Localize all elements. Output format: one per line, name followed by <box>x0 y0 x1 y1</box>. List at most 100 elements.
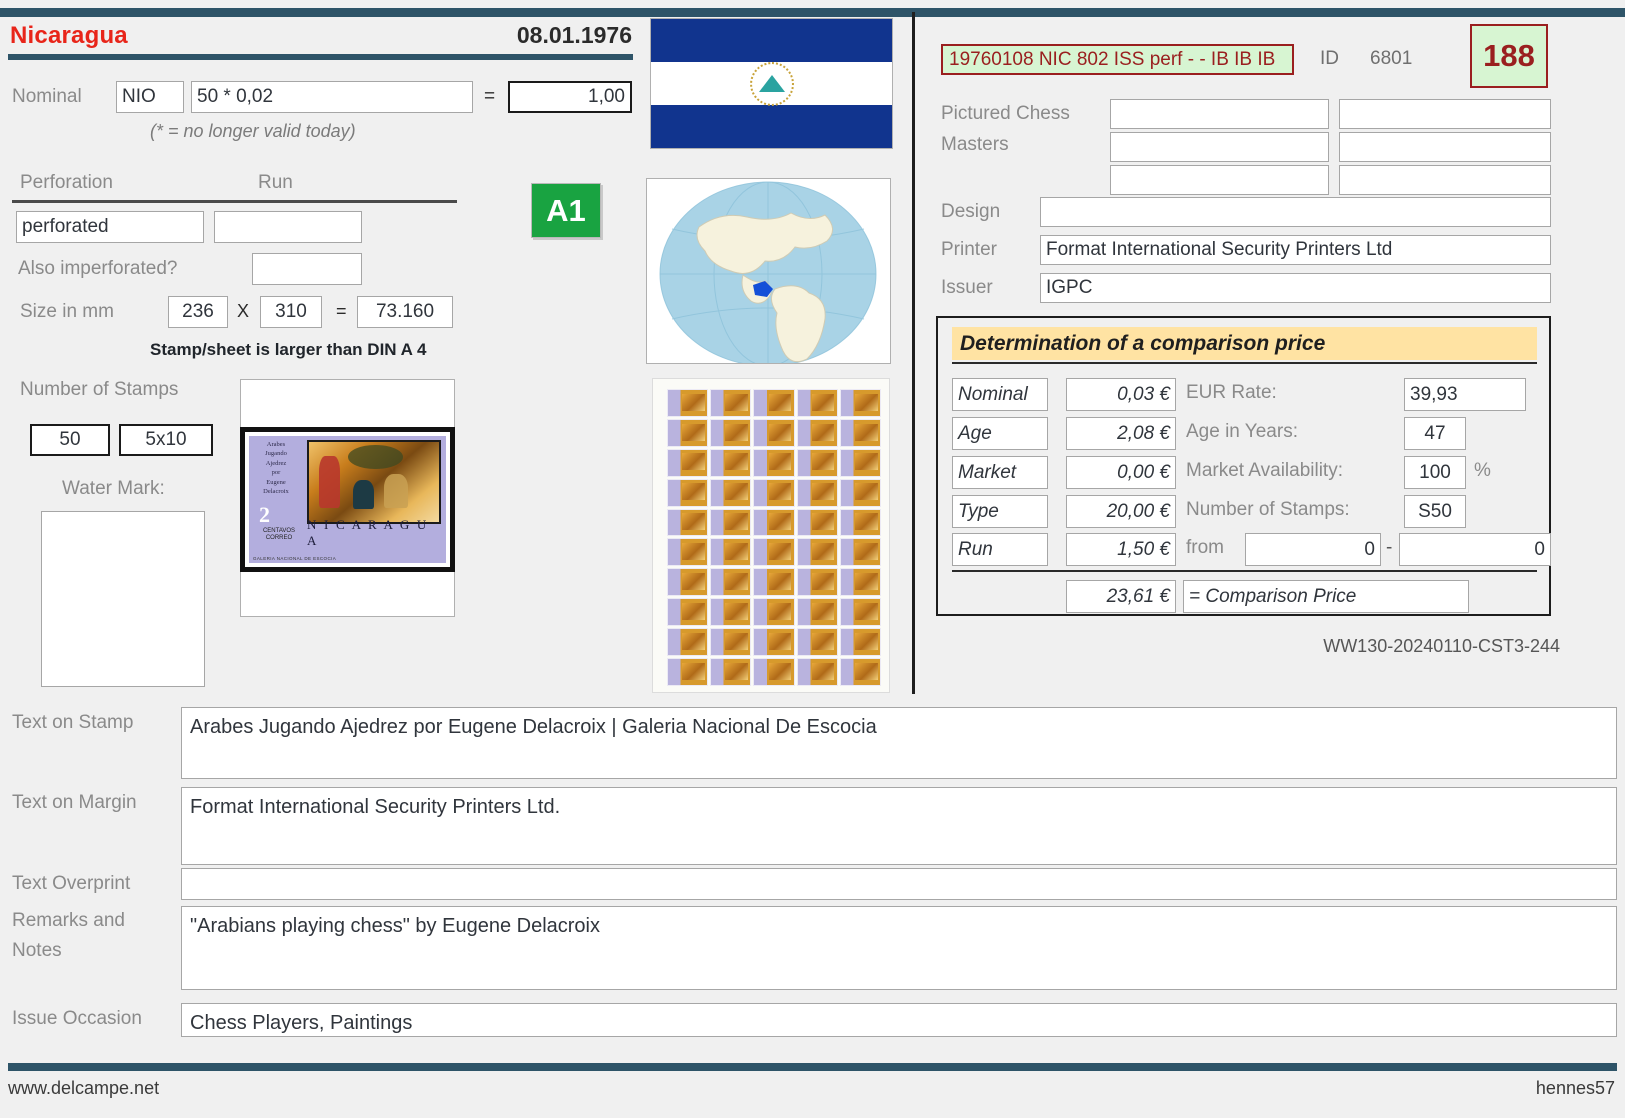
globe-locator <box>646 178 891 364</box>
sheet-grid <box>667 389 881 686</box>
pictured-chess-label: Pictured Chess <box>941 103 1070 124</box>
stamp-country-name: N I C A R A G U A <box>307 517 429 548</box>
ww-reference-code: WW130-20240110-CST3-244 <box>1323 636 1560 656</box>
cmp-rightlabel-age-years: Age in Years: <box>1186 421 1298 442</box>
cmp-amount-nominal[interactable]: 0,03 € <box>1066 378 1176 411</box>
perforation-label: Perforation <box>20 172 113 193</box>
number-of-stamps-label: Number of Stamps <box>20 379 179 400</box>
cmp-rightvalue-number-of-stamps[interactable]: S50 <box>1404 495 1466 528</box>
cmp-name-age: Age <box>952 417 1048 450</box>
master-field-3[interactable] <box>1110 132 1329 162</box>
nicaragua-flag <box>650 18 893 149</box>
printer-label: Printer <box>941 239 997 260</box>
stamp-microtext: GALERIA NACIONAL DE ESCOCIA <box>253 556 337 561</box>
cmp-rightvalue-eur-rate[interactable]: 39,93 <box>1404 378 1526 411</box>
rank-badge: 188 <box>1470 24 1548 88</box>
catalog-code-field[interactable]: 19760108 NIC 802 ISS perf - - IB IB IB <box>941 44 1294 75</box>
stamps-layout-field[interactable]: 5x10 <box>119 424 213 456</box>
bottom-rule <box>8 1063 1617 1071</box>
cmp-amount-type[interactable]: 20,00 € <box>1066 495 1176 528</box>
top-rule <box>0 8 1625 17</box>
watermark-label: Water Mark: <box>62 478 165 499</box>
stamp-painting <box>307 440 441 524</box>
master-field-2[interactable] <box>1339 99 1551 129</box>
cmp-rightvalue-market-availability[interactable]: 100 <box>1404 456 1466 489</box>
size-area-field[interactable]: 73.160 <box>357 296 453 328</box>
remarks-label-line2: Notes <box>12 940 62 961</box>
cmp-name-nominal: Nominal <box>952 378 1048 411</box>
id-label: ID <box>1320 48 1339 69</box>
cmp-name-market: Market <box>952 456 1048 489</box>
cmp-range-to-field[interactable]: 0 <box>1399 533 1551 566</box>
comparison-title-rule <box>952 362 1537 364</box>
footer-user: hennes57 <box>1535 1078 1615 1098</box>
cmp-rightlabel-from: from <box>1186 537 1224 558</box>
remarks-label-line1: Remarks and <box>12 910 125 931</box>
header-rule <box>8 54 633 60</box>
page-title-country: Nicaragua <box>10 22 128 49</box>
issuer-field[interactable]: IGPC <box>1040 273 1551 303</box>
nominal-expression-field[interactable]: 50 * 0,02 <box>191 81 473 113</box>
issue-occasion-field[interactable]: Chess Players, Paintings <box>181 1003 1617 1037</box>
flag-emblem-icon <box>749 61 794 106</box>
cmp-rightlabel-market-availability: Market Availability: <box>1186 460 1343 481</box>
cmp-rightlabel-eur-rate: EUR Rate: <box>1186 382 1277 403</box>
nominal-note: (* = no longer valid today) <box>150 121 356 141</box>
issuer-label: Issuer <box>941 277 993 298</box>
text-on-stamp-field[interactable]: Arabes Jugando Ajedrez por Eugene Delacr… <box>181 707 1617 779</box>
watermark-field[interactable] <box>41 511 205 687</box>
remarks-and-notes-field[interactable]: "Arabians playing chess" by Eugene Delac… <box>181 906 1617 990</box>
text-on-margin-label: Text on Margin <box>12 792 137 813</box>
stamp-denomination: 2 <box>259 502 270 527</box>
design-field[interactable] <box>1040 197 1551 227</box>
cmp-rightvalue-age-years[interactable]: 47 <box>1404 417 1466 450</box>
text-on-stamp-label: Text on Stamp <box>12 712 134 733</box>
perforation-field[interactable]: perforated <box>16 211 204 243</box>
comparison-total-amount[interactable]: 23,61 € <box>1066 580 1176 613</box>
stamps-count-field[interactable]: 50 <box>30 424 110 456</box>
master-field-4[interactable] <box>1339 132 1551 162</box>
issue-date: 08.01.1976 <box>516 22 632 48</box>
master-field-1[interactable] <box>1110 99 1329 129</box>
size-equals: = <box>336 301 347 321</box>
nominal-total-field[interactable]: 1,00 <box>508 81 632 113</box>
cmp-name-run: Run <box>952 533 1048 566</box>
footer-source: www.delcampe.net <box>8 1078 160 1098</box>
currency-field[interactable]: NIO <box>116 81 184 113</box>
size-x-separator: X <box>237 301 250 321</box>
text-on-margin-field[interactable]: Format International Security Printers L… <box>181 787 1617 865</box>
also-imperforated-field[interactable] <box>252 253 362 285</box>
comparison-total-label: = Comparison Price <box>1183 580 1469 613</box>
stamp-image: Arabes Jugando Ajedrez por Eugene Delacroix 2… <box>240 427 455 572</box>
run-label: Run <box>258 172 293 193</box>
size-width-field[interactable]: 236 <box>168 296 228 328</box>
also-imperforated-label: Also imperforated? <box>18 258 178 279</box>
id-value: 6801 <box>1370 48 1413 69</box>
size-height-field[interactable]: 310 <box>260 296 322 328</box>
cmp-rightlabel-number-of-stamps: Number of Stamps: <box>1186 499 1350 520</box>
master-field-5[interactable] <box>1110 165 1329 195</box>
text-overprint-field[interactable] <box>181 868 1617 900</box>
printer-field[interactable]: Format International Security Printers L… <box>1040 235 1551 265</box>
cmp-range-from-field[interactable]: 0 <box>1245 533 1381 566</box>
cmp-amount-age[interactable]: 2,08 € <box>1066 417 1176 450</box>
globe-icon <box>659 181 877 363</box>
comparison-price-title: Determination of a comparison price <box>952 327 1537 360</box>
stamp-record-page: Nicaragua 08.01.1976 Nominal NIO 50 * 0,… <box>0 0 1625 1118</box>
percent-sign: % <box>1474 460 1491 481</box>
cmp-amount-market[interactable]: 0,00 € <box>1066 456 1176 489</box>
stamp-denomination-sub: CENTAVOS CORREO <box>262 528 296 542</box>
cmp-amount-run[interactable]: 1,50 € <box>1066 533 1176 566</box>
run-field[interactable] <box>214 211 362 243</box>
design-label: Design <box>941 201 1001 222</box>
stamp-caption: Arabes Jugando Ajedrez por Eugene Delacroix <box>263 441 289 496</box>
din-size-note: Stamp/sheet is larger than DIN A 4 <box>150 340 427 359</box>
range-separator: - <box>1386 537 1393 558</box>
equals-sign: = <box>484 86 496 107</box>
comparison-total-rule <box>952 570 1537 572</box>
grade-badge: A1 <box>531 183 601 238</box>
text-overprint-label: Text Overprint <box>12 873 131 894</box>
master-field-6[interactable] <box>1339 165 1551 195</box>
masters-label: Masters <box>941 134 1009 155</box>
cmp-name-type: Type <box>952 495 1048 528</box>
